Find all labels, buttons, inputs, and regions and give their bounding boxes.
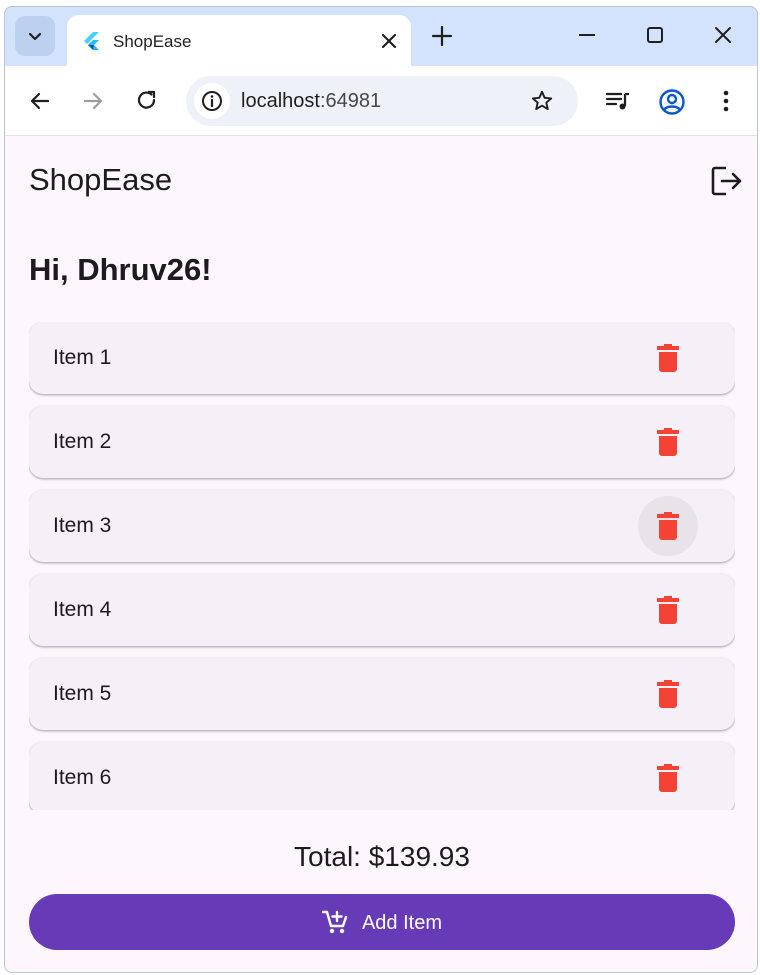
delete-button[interactable] — [638, 496, 698, 556]
browser-toolbar: localhost:64981 — [5, 66, 757, 136]
url-port: :64981 — [319, 90, 382, 112]
list-item[interactable]: Item 3 — [29, 490, 735, 562]
total-price: Total: $139.93 — [294, 841, 470, 872]
close-tab-icon[interactable] — [379, 31, 399, 51]
profile-icon[interactable] — [658, 88, 686, 116]
item-label: Item 2 — [53, 430, 112, 453]
item-label: Item 4 — [53, 598, 112, 621]
minimize-icon[interactable] — [575, 23, 599, 47]
chevron-down-icon — [28, 32, 42, 41]
trash-icon — [657, 512, 679, 540]
app-title: ShopEase — [29, 162, 173, 197]
list-item[interactable]: Item 5 — [29, 658, 735, 730]
item-label: Item 3 — [53, 514, 112, 537]
address-bar[interactable]: localhost:64981 — [186, 76, 578, 126]
list-item[interactable]: Item 6 — [29, 742, 735, 810]
list-item[interactable]: Item 4 — [29, 574, 735, 646]
tab-search-button[interactable] — [15, 16, 55, 56]
greeting-heading: Hi, Dhruv26! — [29, 252, 212, 287]
media-queue-icon[interactable] — [605, 88, 631, 114]
reload-icon[interactable] — [134, 88, 160, 114]
back-icon[interactable] — [27, 88, 53, 114]
delete-button[interactable] — [638, 412, 698, 472]
url-text: localhost:64981 — [241, 90, 381, 113]
tab-title: ShopEase — [113, 32, 192, 51]
item-label: Item 1 — [53, 346, 112, 369]
trash-icon — [657, 428, 679, 456]
info-icon — [202, 91, 222, 111]
add-shopping-cart-icon — [321, 910, 348, 934]
item-list: Item 1 Item 2 Item 3 Item 4 Item 5 Item … — [29, 322, 735, 810]
delete-button[interactable] — [638, 328, 698, 388]
delete-button[interactable] — [638, 580, 698, 640]
add-item-label: Add Item — [361, 911, 443, 934]
list-item[interactable]: Item 2 — [29, 406, 735, 478]
list-item[interactable]: Item 1 — [29, 322, 735, 394]
forward-icon[interactable] — [80, 88, 106, 114]
logout-icon[interactable] — [710, 164, 744, 198]
item-label: Item 6 — [53, 766, 112, 789]
maximize-icon[interactable] — [643, 23, 667, 47]
delete-button[interactable] — [638, 664, 698, 724]
flutter-icon — [84, 32, 99, 50]
delete-button[interactable] — [638, 748, 698, 808]
more-menu-icon[interactable] — [713, 88, 739, 114]
browser-window: ShopEase localhost:64981 ShopEase Hi, Dh… — [4, 6, 758, 973]
item-label: Item 5 — [53, 682, 112, 705]
app-page: ShopEase Hi, Dhruv26! Item 1 Item 2 Item… — [5, 136, 757, 972]
trash-icon — [657, 680, 679, 708]
close-window-icon[interactable] — [711, 23, 735, 47]
url-host: localhost — [241, 90, 320, 112]
add-item-button[interactable]: Add Item — [29, 894, 735, 950]
site-info-button[interactable] — [194, 83, 230, 119]
tab-strip: ShopEase — [5, 7, 757, 67]
new-tab-icon[interactable] — [430, 24, 454, 48]
bookmark-star-icon[interactable] — [530, 89, 554, 113]
trash-icon — [657, 764, 679, 792]
trash-icon — [657, 344, 679, 372]
trash-icon — [657, 596, 679, 624]
browser-tab-active[interactable]: ShopEase — [67, 15, 411, 67]
